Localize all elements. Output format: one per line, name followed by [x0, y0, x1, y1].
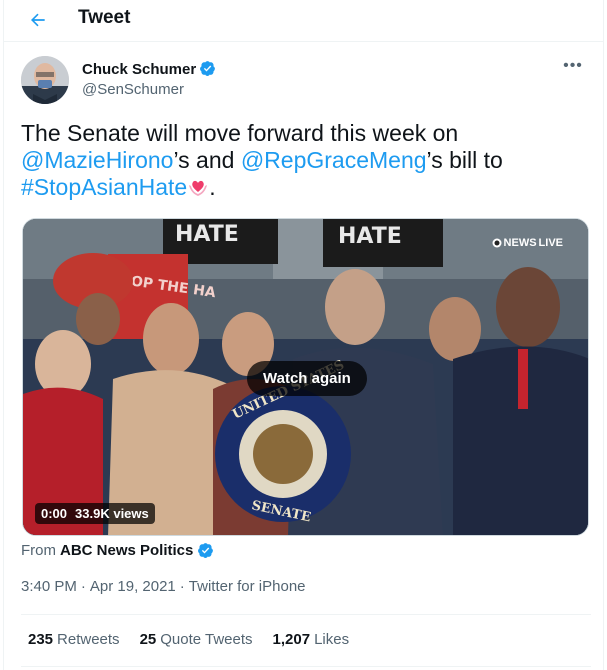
more-dots-icon: •••	[563, 57, 583, 74]
divider	[21, 666, 591, 667]
mention-link[interactable]: @RepGraceMeng	[241, 147, 427, 173]
hashtag-link[interactable]: #StopAsianHate	[21, 174, 187, 200]
separator-dot: ·	[80, 578, 86, 595]
separator-dot: ·	[179, 578, 185, 595]
back-button[interactable]	[23, 5, 53, 35]
likes-stat[interactable]: 1,207 Likes	[273, 631, 350, 648]
tweet-timestamp: 3:40 PM · Apr 19, 2021 · Twitter for iPh…	[21, 578, 306, 595]
verified-badge-icon	[199, 60, 216, 81]
engagement-stats: 235 Retweets 25 Quote Tweets 1,207 Likes	[28, 631, 349, 648]
page-title: Tweet	[78, 7, 131, 28]
video-meta-badge: 0:00 33.9K views	[35, 503, 155, 524]
from-prefix: From	[21, 542, 56, 559]
tweet-text-part: The Senate will move forward this week o…	[21, 120, 459, 146]
quote-tweets-stat[interactable]: 25 Quote Tweets	[140, 631, 253, 648]
tweet-text: The Senate will move forward this week o…	[21, 120, 591, 201]
hands-heart-emoji-icon	[187, 176, 209, 196]
likes-count: 1,207	[272, 631, 311, 648]
video-player[interactable]: HATE HATE TOP THE HA UNITED STATES SENAT…	[22, 218, 589, 536]
watermark-live-text: LIVE	[538, 237, 563, 249]
video-time: 0:00	[41, 506, 68, 521]
arrow-left-icon	[31, 13, 45, 27]
divider	[21, 614, 591, 615]
quote-tweets-count: 25	[139, 631, 157, 648]
author-name[interactable]: Chuck Schumer	[82, 60, 216, 81]
page-header: Tweet	[4, 0, 603, 42]
retweets-label: Retweets	[57, 631, 120, 648]
avatar[interactable]	[21, 56, 69, 104]
watermark-text: NEWS	[503, 237, 537, 249]
verified-badge-icon	[198, 543, 214, 559]
tweet-text-part: ’s bill to	[426, 147, 503, 173]
abc-logo-icon	[492, 238, 502, 248]
protest-sign-text: HATE	[175, 222, 239, 247]
source-link[interactable]: ABC News Politics	[60, 542, 193, 559]
video-views: 33.9K views	[75, 506, 149, 521]
author-name-text: Chuck Schumer	[82, 61, 197, 78]
tweet-date[interactable]: Apr 19, 2021	[90, 578, 176, 595]
likes-label: Likes	[314, 631, 350, 648]
tweet-text-part: .	[209, 174, 216, 200]
mention-link[interactable]: @MazieHirono	[21, 147, 173, 173]
tweet-time[interactable]: 3:40 PM	[21, 578, 77, 595]
author-handle[interactable]: @SenSchumer	[82, 81, 184, 98]
tweet-client[interactable]: Twitter for iPhone	[189, 578, 306, 595]
protest-sign-text: HATE	[338, 224, 402, 249]
watch-again-button[interactable]: Watch again	[247, 361, 367, 396]
quote-tweets-label: Quote Tweets	[160, 631, 253, 648]
from-source: From ABC News Politics	[21, 542, 214, 559]
retweets-count: 235	[28, 631, 54, 648]
retweets-stat[interactable]: 235 Retweets	[28, 631, 120, 648]
more-options-button[interactable]: •••	[561, 57, 585, 77]
news-live-watermark: NEWS LIVE	[492, 237, 563, 249]
tweet-page: Tweet Chuck Schumer @SenSchumer ••• The …	[3, 0, 604, 670]
tweet-text-part: ’s and	[173, 147, 241, 173]
